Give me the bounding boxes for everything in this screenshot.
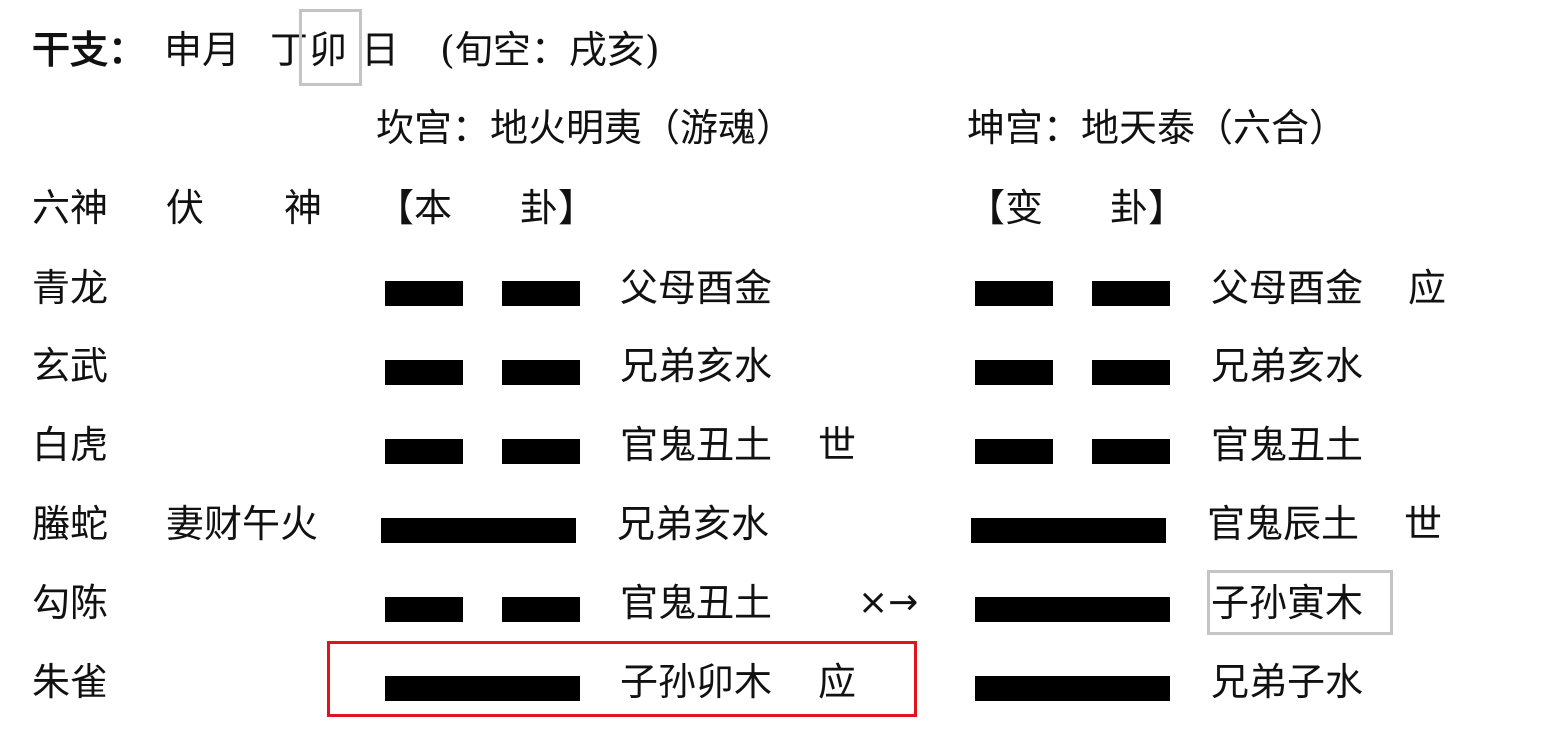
void-branches: (旬空：戌亥): [440, 28, 660, 72]
yin-line-left-segment: [975, 360, 1053, 385]
original-yao-line: [385, 360, 580, 385]
changed-relation-cell: 父母酉金: [1211, 266, 1364, 310]
yin-line-right-segment: [1092, 360, 1170, 385]
original-yao-line: [385, 281, 580, 306]
changed-yao-line: [975, 439, 1170, 464]
six-spirit-cell: 朱雀: [32, 660, 109, 704]
yang-line-segment: [975, 676, 1170, 701]
changed-yao-line: [971, 518, 1166, 543]
yin-line-left-segment: [975, 281, 1053, 306]
original-yao-line: [381, 518, 576, 543]
six-spirit-cell: 青龙: [32, 266, 109, 310]
changed-yao-line: [975, 281, 1170, 306]
original-relation-cell: 父母酉金: [620, 266, 773, 310]
month-branch: 申月: [164, 28, 241, 72]
original-relation-cell: 官鬼丑土: [620, 581, 773, 625]
changed-relation-cell: 官鬼辰土: [1207, 502, 1360, 546]
yin-line-right-segment: [502, 281, 580, 306]
yin-line-left-segment: [975, 439, 1053, 464]
changed-relation-cell: 官鬼丑土: [1211, 423, 1364, 467]
world-marker: 世: [1404, 502, 1443, 546]
original-relation-cell: 官鬼丑土: [620, 423, 773, 467]
original-yao-line: [385, 597, 580, 622]
yin-line-right-segment: [1092, 439, 1170, 464]
stem-branch-label: 干支：: [32, 27, 147, 72]
yin-line-right-segment: [1092, 281, 1170, 306]
six-spirit-cell: 玄武: [32, 344, 109, 388]
changed-relation-cell: 兄弟亥水: [1211, 344, 1364, 388]
world-marker: 世: [818, 423, 857, 467]
changed-hexagram-header-right: 卦】: [1110, 186, 1187, 230]
six-spirit-cell: 白虎: [32, 423, 109, 467]
changed-palace-title: 坤宫：地天泰（六合）: [967, 106, 1348, 150]
yin-line-left-segment: [385, 281, 463, 306]
changed-hexagram-header-left: 【变: [967, 186, 1044, 230]
six-spirit-cell: 勾陈: [32, 581, 109, 625]
six-spirits-header: 六神: [32, 186, 109, 230]
hidden-spirit-header-a: 伏: [166, 186, 205, 230]
original-hexagram-header-right: 卦】: [520, 186, 597, 230]
original-relation-cell: 兄弟亥水: [620, 344, 773, 388]
yin-line-left-segment: [385, 439, 463, 464]
original-relation-cell: 兄弟亥水: [617, 502, 770, 546]
day-suffix: 日: [361, 28, 400, 72]
original-palace-title: 坎宫：地火明夷（游魂）: [376, 106, 795, 150]
changed-relation-cell: 兄弟子水: [1211, 660, 1364, 704]
moving-line-arrow: ×→: [858, 582, 919, 623]
changed-yao-line: [975, 360, 1170, 385]
original-hexagram-header-left: 【本: [376, 186, 453, 230]
yin-line-left-segment: [385, 360, 463, 385]
yin-line-left-segment: [385, 597, 463, 622]
changed-yao-line: [975, 597, 1170, 622]
changed-relation-highlight-box: [1207, 570, 1393, 635]
yang-line-segment: [381, 518, 576, 543]
yin-line-right-segment: [502, 360, 580, 385]
day-branch-highlight-box: [299, 9, 362, 86]
response-marker: 应: [1408, 266, 1447, 310]
hidden-spirit-header-b: 神: [284, 186, 323, 230]
yin-line-right-segment: [502, 597, 580, 622]
six-spirit-cell: 螣蛇: [32, 502, 109, 546]
hidden-spirit-cell: 妻财午火: [166, 502, 319, 546]
yang-line-segment: [971, 518, 1166, 543]
yang-line-segment: [975, 597, 1170, 622]
original-yao-line: [385, 439, 580, 464]
yin-line-right-segment: [502, 439, 580, 464]
changed-yao-line: [975, 676, 1170, 701]
original-line-highlight-box: [327, 641, 917, 717]
